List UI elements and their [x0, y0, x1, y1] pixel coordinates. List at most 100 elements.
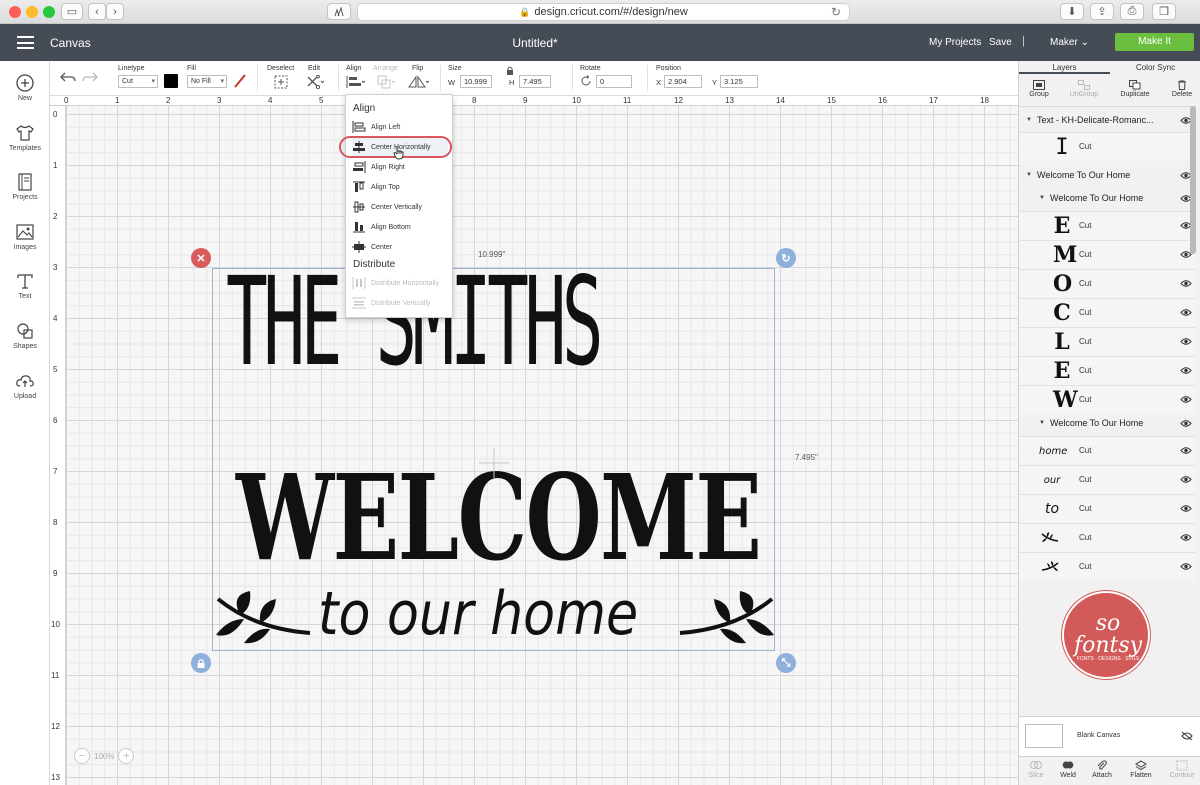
- menu-item-center[interactable]: Center: [352, 238, 448, 256]
- sidebar-item-upload[interactable]: Upload: [0, 371, 50, 400]
- sidebar-toggle-icon[interactable]: ▭: [61, 3, 83, 20]
- sidebar-item-projects[interactable]: Projects: [0, 172, 50, 201]
- machine-select[interactable]: Maker ⌄: [1050, 37, 1089, 48]
- blank-canvas-layer[interactable]: Blank Canvas: [1019, 716, 1200, 756]
- linetype-select[interactable]: Cut: [118, 75, 158, 88]
- lock-handle-icon[interactable]: [191, 653, 211, 673]
- delete-handle-icon[interactable]: ✕: [191, 248, 211, 268]
- x-input[interactable]: 2.904: [664, 75, 702, 88]
- caret-down-icon[interactable]: ▼: [1026, 164, 1032, 187]
- caret-down-icon[interactable]: ▼: [1039, 187, 1045, 210]
- no-fill-icon[interactable]: [233, 74, 247, 88]
- y-input[interactable]: 3.125: [720, 75, 758, 88]
- zoom-out-icon[interactable]: −: [74, 748, 90, 764]
- linetype-color-swatch[interactable]: [164, 74, 178, 88]
- linetype-label: Linetype: [118, 65, 145, 72]
- forward-icon[interactable]: ›: [106, 3, 124, 20]
- resize-handle-icon[interactable]: ⤡: [776, 653, 796, 673]
- save-link[interactable]: Save: [989, 37, 1012, 48]
- sidebar-item-new[interactable]: New: [0, 73, 50, 102]
- eye-icon[interactable]: [1180, 337, 1192, 346]
- eye-icon[interactable]: [1180, 419, 1192, 428]
- menu-item-align-left[interactable]: Align Left: [352, 118, 448, 136]
- layer-item[interactable]: home Cut: [1019, 436, 1196, 465]
- rotate-handle-icon[interactable]: ↻: [776, 248, 796, 268]
- deselect-icon[interactable]: [274, 75, 288, 89]
- zoom-window-icon[interactable]: [43, 6, 55, 18]
- share-icon[interactable]: ⇪: [1090, 3, 1114, 20]
- sidebar-item-images[interactable]: Images: [0, 222, 50, 251]
- eye-icon[interactable]: [1180, 366, 1192, 375]
- eye-icon[interactable]: [1180, 279, 1192, 288]
- eye-icon[interactable]: [1180, 308, 1192, 317]
- fill-select[interactable]: No Fill: [187, 75, 227, 88]
- print-icon[interactable]: ⎙: [1120, 3, 1144, 20]
- caret-down-icon[interactable]: ▼: [1026, 109, 1032, 132]
- lock-ratio-icon[interactable]: [506, 66, 514, 75]
- delete-button[interactable]: Delete: [1162, 80, 1200, 98]
- design-canvas[interactable]: 0 1 2 3 4 5 6 7 8 9 10 11 12 13 14 15 16…: [50, 96, 1018, 785]
- height-input[interactable]: 7.495: [519, 75, 551, 88]
- zoom-in-icon[interactable]: +: [118, 748, 135, 764]
- eye-icon[interactable]: [1180, 395, 1192, 404]
- download-icon[interactable]: ⬇: [1060, 3, 1084, 20]
- reload-icon[interactable]: ↻: [831, 5, 841, 19]
- eye-icon[interactable]: [1180, 475, 1192, 484]
- scissors-icon[interactable]: [306, 75, 324, 89]
- width-input[interactable]: 10.999: [460, 75, 492, 88]
- duplicate-button[interactable]: Duplicate: [1115, 80, 1155, 98]
- caret-down-icon[interactable]: ▼: [1039, 412, 1045, 435]
- sidebar-item-templates[interactable]: Templates: [0, 123, 50, 152]
- eye-icon[interactable]: [1180, 446, 1192, 455]
- layer-item[interactable]: E Cut: [1019, 356, 1196, 385]
- sidebar-item-shapes[interactable]: Shapes: [0, 321, 50, 350]
- layer-item[interactable]: Cut: [1019, 523, 1196, 552]
- rotate-input[interactable]: 0: [596, 75, 632, 88]
- group-button[interactable]: Group: [1019, 80, 1059, 98]
- my-projects-link[interactable]: My Projects: [929, 37, 981, 48]
- layer-item[interactable]: O Cut: [1019, 269, 1196, 298]
- align-icon[interactable]: [346, 75, 366, 89]
- tab-layers[interactable]: Layers: [1019, 63, 1110, 74]
- close-window-icon[interactable]: [9, 6, 21, 18]
- layer-item[interactable]: M Cut: [1019, 240, 1196, 269]
- ruler-tick: 10: [51, 620, 60, 629]
- eye-hidden-icon[interactable]: [1181, 731, 1193, 741]
- layer-item[interactable]: I Cut: [1019, 132, 1196, 161]
- layer-group-welcome[interactable]: ▼ Welcome To Our Home: [1019, 164, 1196, 187]
- menu-item-align-bottom[interactable]: Align Bottom: [352, 218, 448, 236]
- layer-item[interactable]: C Cut: [1019, 298, 1196, 327]
- layer-item[interactable]: to Cut: [1019, 494, 1196, 523]
- menu-item-align-top[interactable]: Align Top: [352, 178, 448, 196]
- minimize-window-icon[interactable]: [26, 6, 38, 18]
- layer-item[interactable]: E Cut: [1019, 211, 1196, 240]
- layer-item[interactable]: our Cut: [1019, 465, 1196, 494]
- layer-item[interactable]: W Cut: [1019, 385, 1196, 414]
- flatten-button[interactable]: Flatten: [1124, 760, 1158, 779]
- weld-button[interactable]: Weld: [1051, 760, 1085, 779]
- redo-icon[interactable]: [82, 71, 98, 83]
- site-logo-icon[interactable]: [327, 3, 351, 20]
- layers-scrollbar[interactable]: [1190, 106, 1196, 254]
- eye-icon[interactable]: [1180, 562, 1192, 571]
- back-icon[interactable]: ‹: [88, 3, 106, 20]
- tab-color-sync[interactable]: Color Sync: [1110, 63, 1200, 72]
- layer-subgroup-welcome-1[interactable]: ▼ Welcome To Our Home: [1019, 187, 1196, 210]
- attach-button[interactable]: Attach: [1085, 760, 1119, 779]
- tool-label: Attach: [1092, 772, 1112, 779]
- layer-subgroup-welcome-2[interactable]: ▼ Welcome To Our Home: [1019, 412, 1196, 435]
- layer-group-text[interactable]: ▼ Text - KH-Delicate-Romanc...: [1019, 109, 1196, 132]
- menu-item-center-vertically[interactable]: Center Vertically: [352, 198, 448, 216]
- eye-icon[interactable]: [1180, 504, 1192, 513]
- tabs-icon[interactable]: ❐: [1152, 3, 1176, 20]
- undo-icon[interactable]: [60, 71, 76, 83]
- menu-item-align-right[interactable]: Align Right: [352, 158, 448, 176]
- blank-canvas-swatch[interactable]: [1025, 724, 1063, 748]
- address-bar[interactable]: 🔒 design.cricut.com/#/design/new ↻: [357, 3, 850, 21]
- layer-item[interactable]: L Cut: [1019, 327, 1196, 356]
- make-it-button[interactable]: Make It: [1115, 33, 1194, 51]
- sidebar-item-text[interactable]: Text: [0, 271, 50, 300]
- flip-icon[interactable]: [408, 75, 430, 89]
- eye-icon[interactable]: [1180, 533, 1192, 542]
- layer-item[interactable]: Cut: [1019, 552, 1196, 581]
